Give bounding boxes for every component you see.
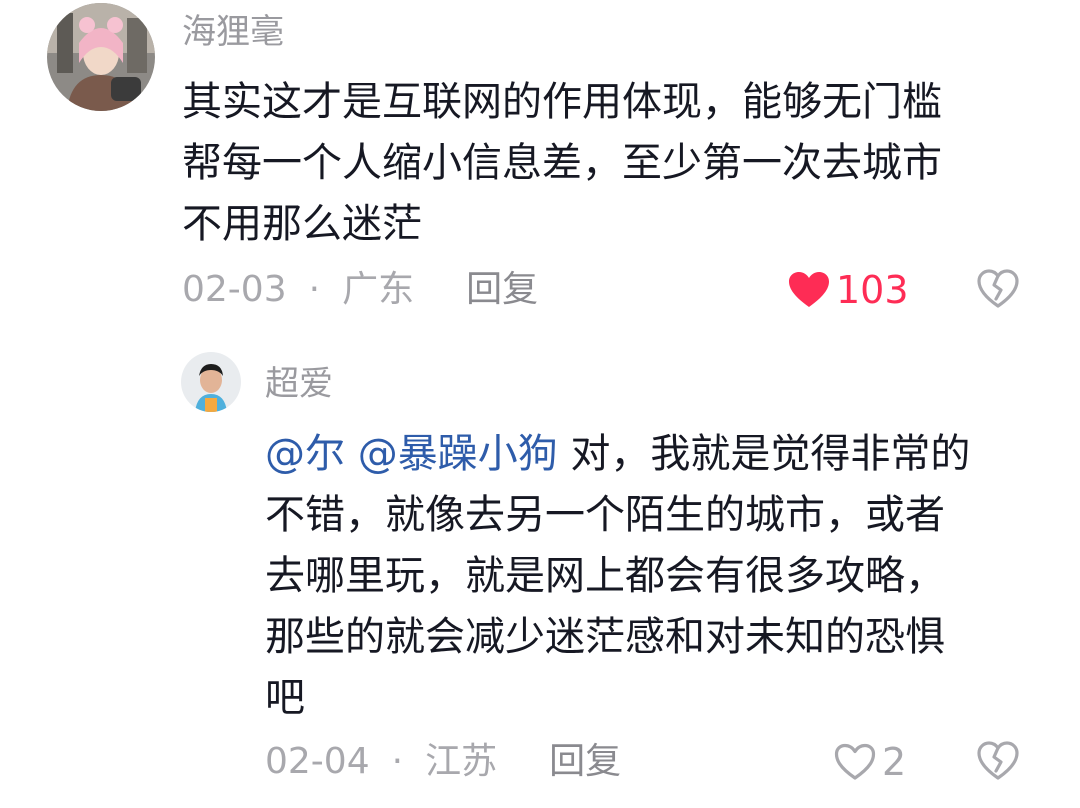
comment-1-text: 其实这才是互联网的作用体现，能够无门槛 帮每一个人缩小信息差，至少第一次去城市 … bbox=[182, 72, 942, 255]
comment-1-avatar[interactable] bbox=[47, 3, 155, 111]
dislike-button[interactable] bbox=[977, 740, 1019, 782]
dislike-button[interactable] bbox=[977, 268, 1019, 310]
comment-1-line: 不用那么迷茫 bbox=[182, 201, 422, 247]
comment-date: 02-04 bbox=[265, 741, 370, 782]
comment-2-line: 去哪里玩，就是网上都会有很多攻略， bbox=[265, 553, 945, 599]
heart-filled-icon bbox=[789, 272, 829, 307]
comment-location: 广东 bbox=[342, 269, 415, 310]
broken-heart-icon bbox=[977, 269, 1019, 308]
comment-2-avatar[interactable] bbox=[181, 352, 241, 412]
meta-separator: · bbox=[308, 269, 321, 310]
comment-1-username[interactable]: 海狸毫 bbox=[182, 12, 284, 52]
heart-outline-icon bbox=[834, 743, 876, 780]
comment-2-first-line: @尔 @暴躁小狗 对，我就是觉得非常的 bbox=[265, 424, 970, 485]
comment-1-line: 其实这才是互联网的作用体现，能够无门槛 bbox=[182, 79, 942, 125]
comment-2-meta: 02-04 · 江苏 回复 bbox=[265, 740, 621, 784]
mention-link[interactable]: @暴躁小狗 bbox=[358, 431, 558, 477]
comment-date: 02-03 bbox=[182, 269, 287, 310]
user-avatar-photo-icon bbox=[47, 3, 155, 111]
meta-separator: · bbox=[391, 741, 404, 782]
comment-2-text: @尔 @暴躁小狗 对，我就是觉得非常的 不错，就像去另一个陌生的城市，或者 去哪… bbox=[265, 424, 970, 729]
like-button[interactable]: 2 bbox=[834, 740, 906, 784]
like-count: 103 bbox=[836, 268, 909, 312]
comment-2-line: 那些的就会减少迷茫感和对未知的恐惧 bbox=[265, 614, 945, 660]
comment-location: 江苏 bbox=[425, 741, 498, 782]
like-count: 2 bbox=[882, 740, 907, 784]
comment-2-line: 不错，就像去另一个陌生的城市，或者 bbox=[265, 492, 945, 538]
comment-1-meta: 02-03 · 广东 回复 bbox=[182, 268, 538, 312]
reply-button[interactable]: 回复 bbox=[466, 268, 538, 312]
comment-2-line: 吧 bbox=[265, 675, 305, 721]
comment-2-line-rest: 对，我就是觉得非常的 bbox=[557, 431, 971, 477]
user-avatar-photo-icon bbox=[181, 352, 241, 412]
mention-link[interactable]: @尔 bbox=[265, 431, 345, 477]
like-button[interactable]: 103 bbox=[788, 268, 909, 312]
reply-button[interactable]: 回复 bbox=[549, 740, 621, 784]
broken-heart-icon bbox=[977, 741, 1019, 780]
comment-2-username[interactable]: 超爱 bbox=[265, 364, 333, 404]
comment-1-line: 帮每一个人缩小信息差，至少第一次去城市 bbox=[182, 140, 942, 186]
